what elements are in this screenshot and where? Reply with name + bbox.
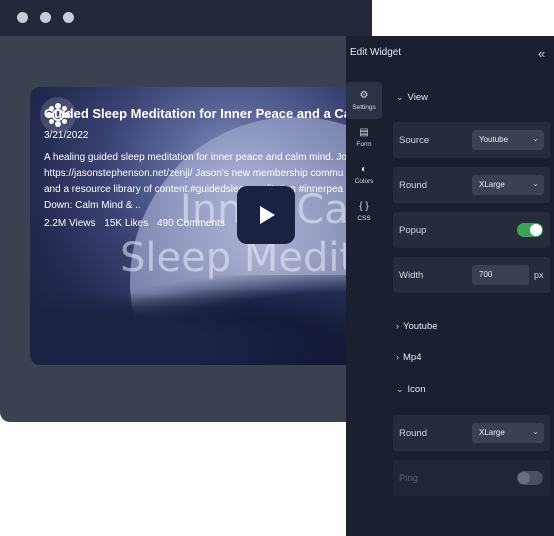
- row-popup: Popup: [393, 212, 550, 248]
- nav-item-label: Settings: [352, 104, 376, 111]
- width-label: Width: [399, 270, 424, 281]
- code-braces-icon: { }: [359, 201, 369, 212]
- row-source: Source Youtube ⌄: [393, 122, 550, 158]
- ping-label: Ping: [399, 473, 419, 484]
- play-button[interactable]: [237, 186, 295, 244]
- chevron-down-icon: ⌄: [396, 384, 404, 394]
- panel-header: Edit Widget «: [346, 36, 554, 72]
- chevron-right-icon: ›: [396, 352, 399, 362]
- width-input[interactable]: 700: [472, 265, 529, 285]
- popup-label: Popup: [399, 225, 427, 236]
- chevron-down-icon: ⌄: [532, 179, 539, 188]
- palette-icon: ◐: [360, 164, 368, 175]
- round-select-value: XLarge: [479, 180, 505, 189]
- row-icon-round: Round XLarge ⌄: [393, 415, 550, 451]
- nav-item-settings[interactable]: ⚙ Settings: [346, 82, 382, 119]
- likes-count: 15K Likes: [104, 218, 149, 229]
- description-line: https://jasonstephenson.net/zenji/ Jason…: [44, 168, 344, 179]
- ping-toggle[interactable]: [517, 471, 543, 485]
- round-select[interactable]: XLarge ⌄: [472, 175, 544, 195]
- gear-icon: ⚙: [359, 90, 369, 101]
- source-select-value: Youtube: [479, 135, 509, 144]
- source-select[interactable]: Youtube ⌄: [472, 130, 544, 150]
- video-date: 3/21/2022: [44, 130, 89, 141]
- video-widget[interactable]: Inner Calm Sleep Medita Guided Sleep Med…: [30, 87, 360, 365]
- width-unit: px: [534, 270, 544, 280]
- video-description: A healing guided sleep meditation for in…: [44, 150, 360, 214]
- round-label: Round: [399, 180, 427, 191]
- description-line: and a resource library of content.#guide…: [44, 184, 344, 195]
- window-dot-minimize[interactable]: [40, 12, 51, 23]
- section-label: Youtube: [403, 321, 438, 332]
- nav-item-form[interactable]: ▤ Form: [346, 119, 382, 156]
- clouds-thumbnail-art: [30, 275, 360, 365]
- window-dot-close[interactable]: [17, 12, 28, 23]
- form-icon: ▤: [359, 127, 369, 138]
- nav-item-label: Colors: [354, 178, 374, 185]
- row-width: Width 700 px: [393, 257, 550, 293]
- icon-round-select[interactable]: XLarge ⌄: [472, 423, 544, 443]
- row-ping: Ping: [393, 460, 550, 496]
- icon-round-label: Round: [399, 428, 427, 439]
- toggle-knob: [530, 224, 542, 236]
- row-round: Round XLarge ⌄: [393, 167, 550, 203]
- section-icon-header[interactable]: ⌄ Icon: [396, 384, 426, 395]
- chevron-down-icon: ⌄: [532, 134, 539, 143]
- section-label: Mp4: [403, 352, 422, 363]
- section-view-header[interactable]: ⌄ View: [396, 92, 428, 103]
- edit-widget-panel: Edit Widget « ⚙ Settings ▤ Form ◐ Colors…: [346, 36, 554, 536]
- description-line: Down: Calm Mind & ..: [44, 200, 141, 211]
- nav-item-colors[interactable]: ◐ Colors: [346, 156, 382, 193]
- chevron-down-icon: ⌄: [532, 427, 539, 436]
- section-youtube-header[interactable]: › Youtube: [396, 321, 438, 332]
- comments-count: 490 Comments: [157, 218, 225, 229]
- video-title[interactable]: Guided Sleep Meditation for Inner Peace …: [44, 106, 360, 121]
- source-label: Source: [399, 135, 430, 146]
- description-line: A healing guided sleep meditation for in…: [44, 152, 347, 163]
- toggle-knob: [518, 472, 530, 484]
- section-label: Icon: [407, 384, 426, 395]
- popup-toggle[interactable]: [517, 223, 543, 237]
- panel-title: Edit Widget: [350, 47, 402, 58]
- play-icon: [260, 206, 275, 224]
- views-count: 2.2M Views: [44, 218, 96, 229]
- section-label: View: [407, 92, 428, 103]
- nav-item-label: Form: [356, 141, 372, 148]
- video-stats: 2.2M Views 15K Likes 490 Comments: [44, 218, 231, 229]
- chevron-down-icon: ⌄: [396, 92, 404, 102]
- chevron-right-icon: ›: [396, 321, 399, 331]
- nav-item-label: CSS: [357, 215, 371, 222]
- collapse-double-chevron-icon[interactable]: «: [538, 46, 545, 61]
- icon-round-select-value: XLarge: [479, 428, 505, 437]
- window-dot-maximize[interactable]: [63, 12, 74, 23]
- browser-title-bar: [0, 0, 372, 36]
- panel-nav: ⚙ Settings ▤ Form ◐ Colors { } CSS: [346, 82, 382, 230]
- browser-window: Inner Calm Sleep Medita Guided Sleep Med…: [0, 0, 372, 422]
- section-mp4-header[interactable]: › Mp4: [396, 352, 421, 363]
- nav-item-css[interactable]: { } CSS: [346, 193, 382, 230]
